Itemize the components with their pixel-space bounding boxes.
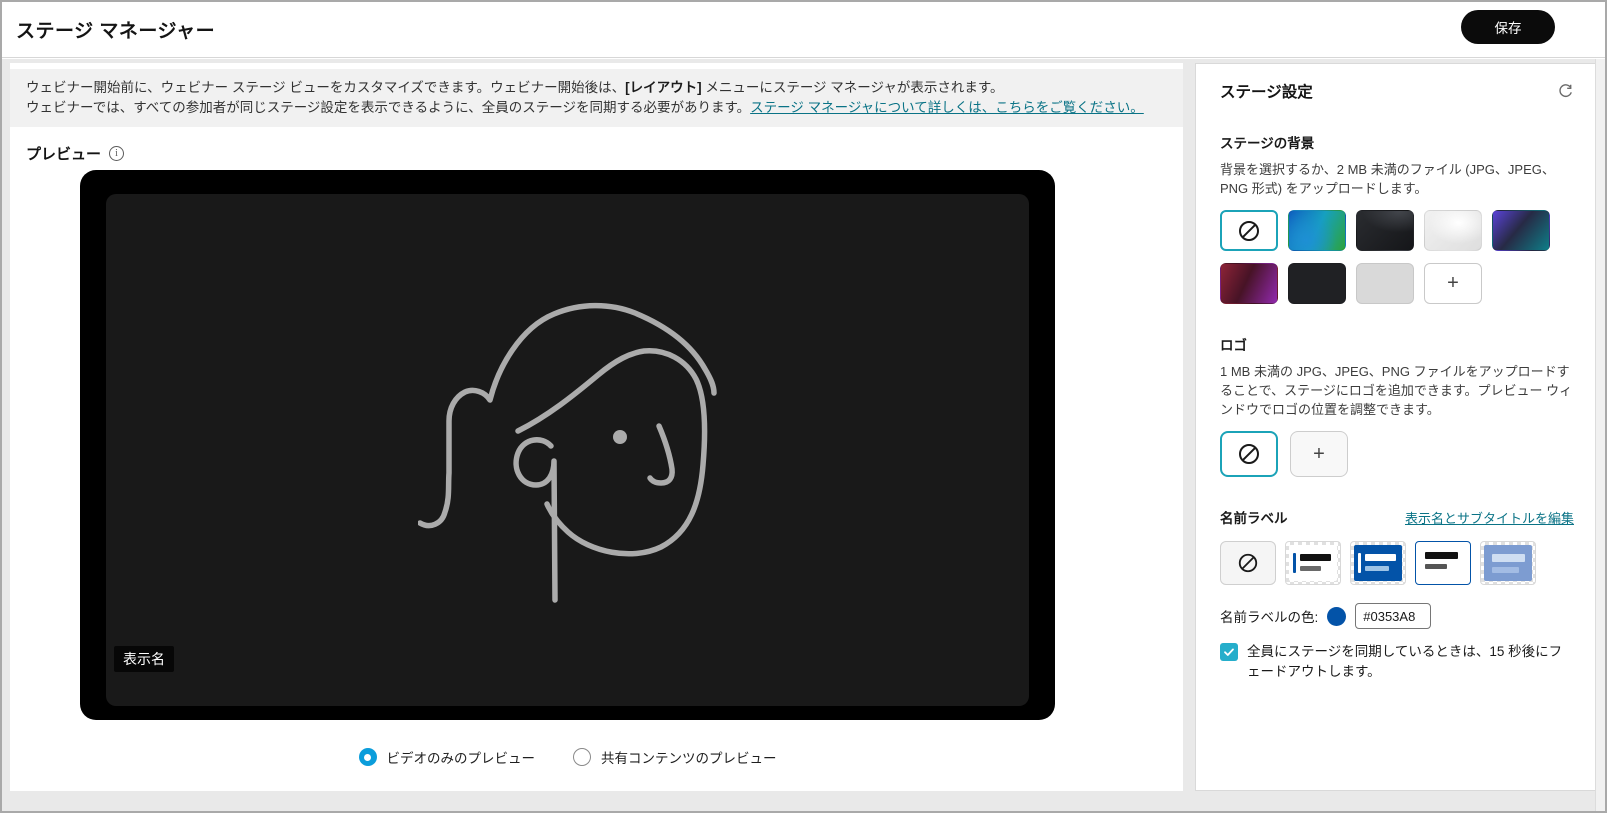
background-swatch-light-gray[interactable] <box>1356 263 1414 304</box>
main-panel: ウェビナー開始前に、ウェビナー ステージ ビューをカスタマイズできます。ウェビナ… <box>10 63 1183 791</box>
background-swatch-grid: + <box>1220 210 1560 304</box>
name-label-color-row: 名前ラベルの色: <box>1220 603 1574 629</box>
name-label-color-label: 名前ラベルの色: <box>1220 606 1318 626</box>
logo-section-title: ロゴ <box>1220 334 1574 354</box>
learn-more-link[interactable]: ステージ マネージャについて詳しくは、こちらをご覧ください。 <box>750 100 1144 115</box>
preview-mode-radios: ビデオのみのプレビュー 共有コンテンツのプレビュー <box>80 747 1055 767</box>
refresh-icon[interactable] <box>1557 83 1574 100</box>
radio-content-label: 共有コンテンツのプレビュー <box>601 747 777 767</box>
background-swatch-blue-green[interactable] <box>1288 210 1346 251</box>
logo-none-button[interactable] <box>1220 431 1278 477</box>
page-header: ステージ マネージャー 保存 <box>2 2 1605 58</box>
stage-settings-header: ステージ設定 <box>1220 80 1574 102</box>
name-label-title: 名前ラベル <box>1220 507 1288 527</box>
layout-menu-ref: [レイアウト] <box>625 80 702 95</box>
background-swatch-maroon-magenta[interactable] <box>1220 263 1278 304</box>
background-section-title: ステージの背景 <box>1220 132 1574 152</box>
name-label-style-white-transparent[interactable] <box>1285 541 1341 585</box>
name-label-style-white-solid[interactable] <box>1415 541 1471 585</box>
background-swatch-dark-wave[interactable] <box>1356 210 1414 251</box>
stage-settings-panel: ステージ設定 ステージの背景 背景を選択するか、2 MB 未満のファイル (JP… <box>1195 63 1599 791</box>
page-title: ステージ マネージャー <box>16 16 215 43</box>
banner-line-2: ウェビナーでは、すべての参加者が同じステージ設定を表示できるように、全員のステー… <box>26 98 1167 118</box>
name-label-style-none[interactable] <box>1220 541 1276 585</box>
name-label-style-options <box>1220 541 1574 585</box>
stage-preview: 表示名 <box>106 194 1029 706</box>
logo-section-description: 1 MB 未満の JPG、JPEG、PNG ファイルをアップロードすることで、ス… <box>1220 362 1574 419</box>
content-area: ウェビナー開始前に、ウェビナー ステージ ビューをカスタマイズできます。ウェビナ… <box>2 59 1605 811</box>
fade-out-label: 全員にステージを同期しているときは、15 秒後にフェードアウトします。 <box>1247 642 1574 682</box>
avatar-line-art-illustration <box>418 280 718 630</box>
fade-out-option: 全員にステージを同期しているときは、15 秒後にフェードアウトします。 <box>1220 642 1574 682</box>
background-section-description: 背景を選択するか、2 MB 未満のファイル (JPG、JPEG、PNG 形式) … <box>1220 160 1574 198</box>
background-swatch-black[interactable] <box>1288 263 1346 304</box>
fade-out-checkbox[interactable] <box>1220 643 1238 661</box>
preview-title: プレビュー <box>26 143 101 164</box>
eye-dot <box>613 430 627 444</box>
background-swatch-light-swirl[interactable] <box>1424 210 1482 251</box>
edit-display-name-link[interactable]: 表示名とサブタイトルを編集 <box>1405 508 1574 527</box>
none-icon <box>1237 219 1261 243</box>
none-icon <box>1237 442 1261 466</box>
color-hex-input[interactable] <box>1355 603 1431 629</box>
name-label-header: 名前ラベル 表示名とサブタイトルを編集 <box>1220 507 1574 527</box>
background-swatch-none[interactable] <box>1220 210 1278 251</box>
checkmark-icon <box>1223 646 1235 658</box>
save-button[interactable]: 保存 <box>1461 10 1555 44</box>
radio-selected-icon[interactable] <box>359 748 377 766</box>
radio-video-label: ビデオのみのプレビュー <box>387 747 536 767</box>
color-swatch-circle[interactable] <box>1327 607 1346 626</box>
preview-heading: プレビュー i <box>26 143 1183 164</box>
display-name-label[interactable]: 表示名 <box>114 646 174 672</box>
add-logo-button[interactable]: + <box>1290 431 1348 477</box>
stage-settings-title: ステージ設定 <box>1220 80 1313 102</box>
radio-unselected-icon[interactable] <box>573 748 591 766</box>
stage-preview-frame: 表示名 <box>80 170 1055 720</box>
name-label-style-translucent-blue[interactable] <box>1480 541 1536 585</box>
logo-options: + <box>1220 431 1574 477</box>
stage-manager-page: ステージ マネージャー 保存 ウェビナー開始前に、ウェビナー ステージ ビューを… <box>0 0 1607 813</box>
info-icon[interactable]: i <box>109 146 124 161</box>
info-banner: ウェビナー開始前に、ウェビナー ステージ ビューをカスタマイズできます。ウェビナ… <box>10 69 1183 127</box>
name-label-style-blue-filled[interactable] <box>1350 541 1406 585</box>
radio-video-only-preview[interactable]: ビデオのみのプレビュー <box>359 747 536 767</box>
banner-line-1: ウェビナー開始前に、ウェビナー ステージ ビューをカスタマイズできます。ウェビナ… <box>26 78 1167 98</box>
background-swatch-purple-teal[interactable] <box>1492 210 1550 251</box>
add-background-button[interactable]: + <box>1424 263 1482 304</box>
radio-shared-content-preview[interactable]: 共有コンテンツのプレビュー <box>573 747 777 767</box>
scrollbar-track[interactable] <box>1595 59 1605 811</box>
none-icon <box>1237 552 1259 574</box>
